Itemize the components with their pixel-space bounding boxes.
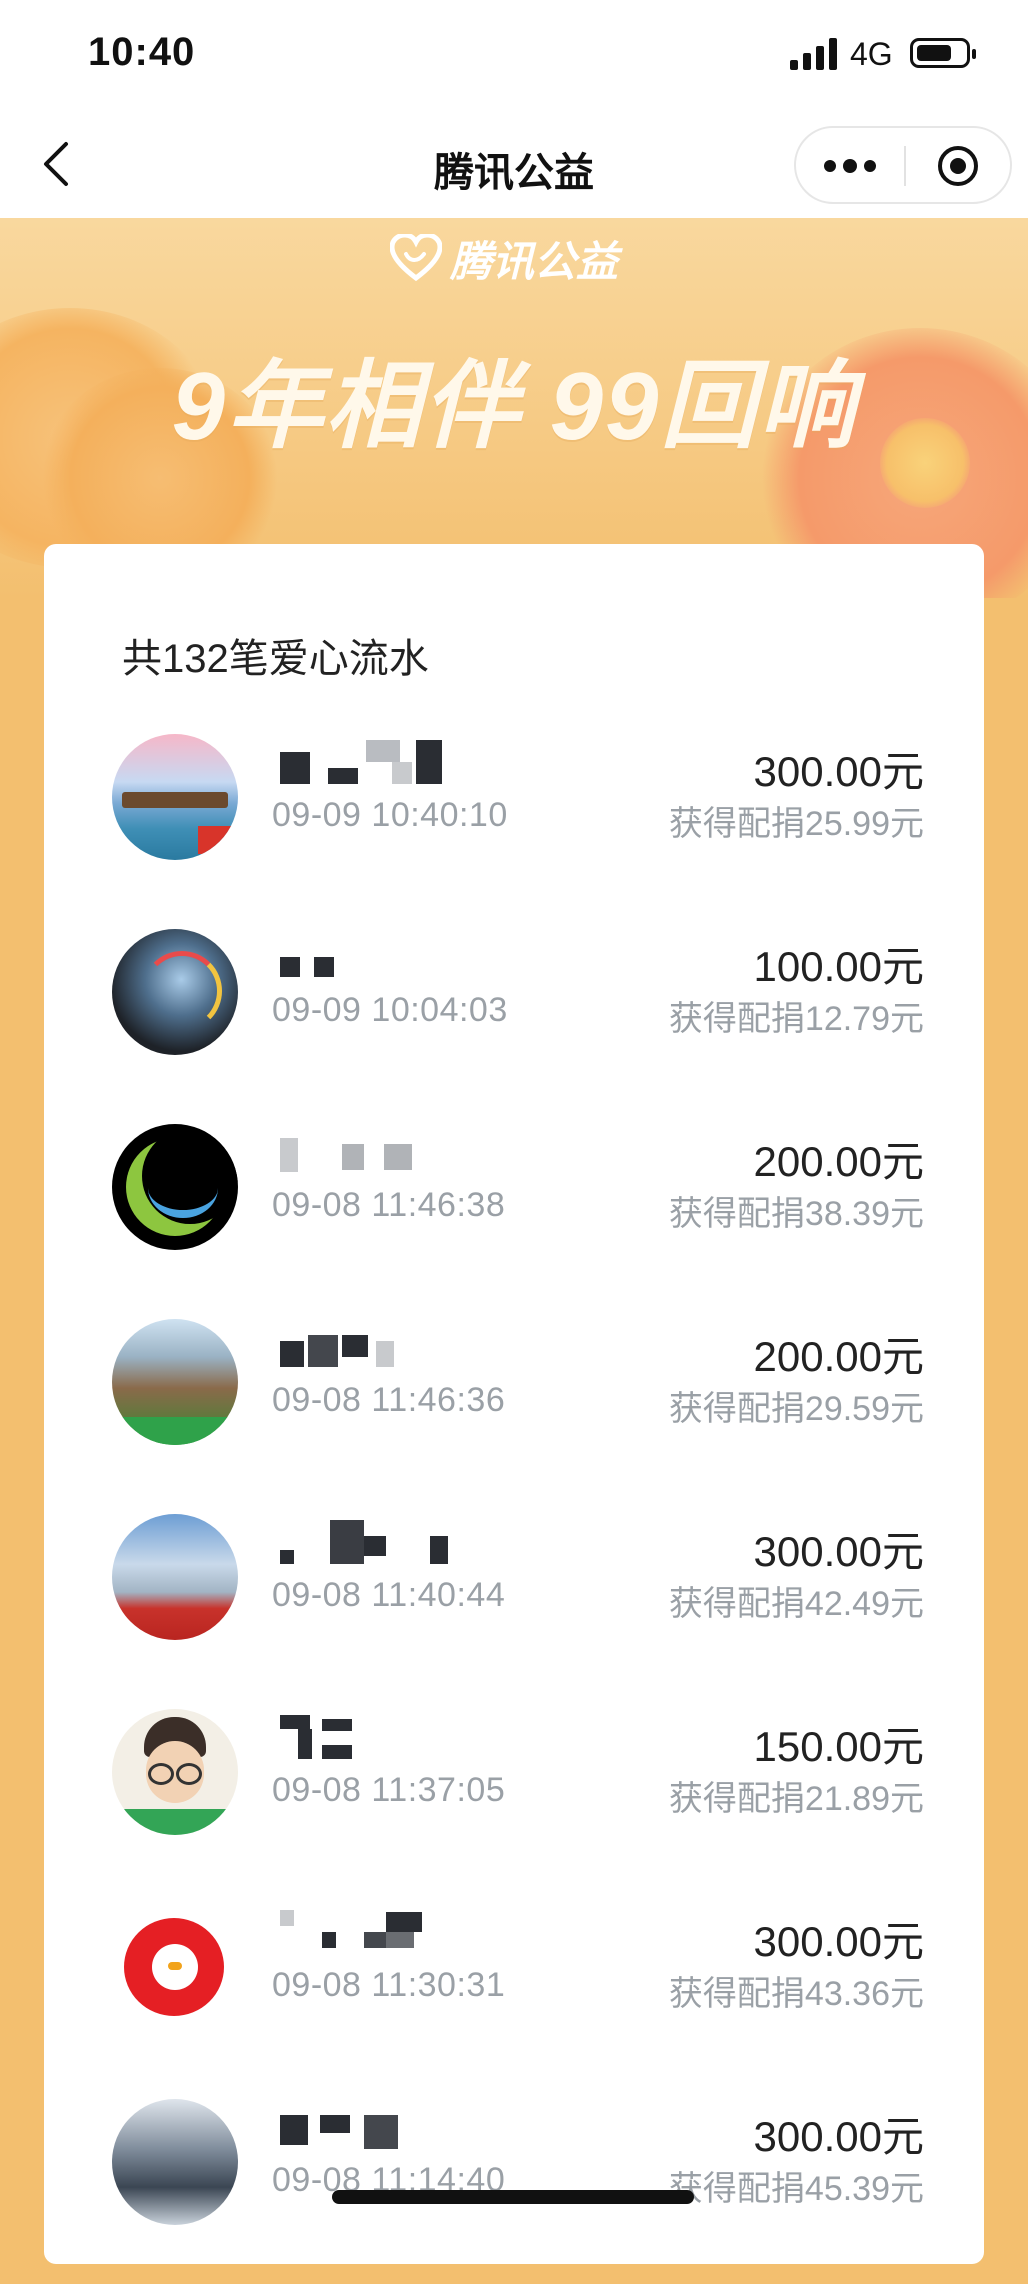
status-bar: 10:40 4G (0, 0, 1028, 110)
target-icon[interactable] (936, 144, 980, 188)
campaign-banner: 腾讯公益 9年相伴 99回响 (0, 218, 1028, 598)
matching-amount: 获得配捐29.59元 (668, 1390, 924, 1428)
list-item[interactable]: 09-08 11:46:38 200.00元 获得配捐38.39元 (44, 1114, 984, 1309)
donation-amount: 200.00元 (753, 1333, 924, 1380)
avatar (112, 734, 238, 860)
matching-amount: 获得配捐45.39元 (668, 2170, 924, 2208)
home-indicator[interactable] (332, 2190, 694, 2204)
battery-icon (910, 38, 976, 68)
heart-logo-icon (390, 234, 442, 282)
campaign-slogan: 9年相伴 99回响 (171, 353, 857, 460)
donation-time: 09-08 11:40:44 (272, 1576, 506, 1614)
donation-records-card: 共132笔爱心流水 09-09 10:40:10 300.00元 获得配捐25.… (44, 544, 984, 2264)
donation-time: 09-08 11:46:38 (272, 1186, 506, 1224)
avatar (112, 1709, 238, 1835)
avatar (112, 929, 238, 1055)
avatar (112, 2099, 238, 2225)
brand-logo: 腾讯公益 (390, 228, 618, 288)
donation-amount: 200.00元 (753, 1138, 924, 1185)
donation-amount: 100.00元 (753, 943, 924, 990)
avatar (112, 1124, 238, 1250)
list-item[interactable]: 09-08 11:40:44 300.00元 获得配捐42.49元 (44, 1504, 984, 1699)
nav-bar: 腾讯公益 (0, 110, 1028, 218)
matching-amount: 获得配捐21.89元 (668, 1780, 924, 1818)
avatar (112, 1514, 238, 1640)
network-type: 4G (850, 36, 893, 72)
donation-amount: 300.00元 (753, 1918, 924, 1965)
list-item[interactable]: 09-08 11:46:36 200.00元 获得配捐29.59元 (44, 1309, 984, 1504)
avatar (112, 1904, 238, 2030)
list-item[interactable]: 09-08 11:30:31 300.00元 获得配捐43.36元 (44, 1894, 984, 2089)
donation-time: 09-08 11:46:36 (272, 1381, 506, 1419)
list-item[interactable]: 09-08 11:37:05 150.00元 获得配捐21.89元 (44, 1699, 984, 1894)
matching-amount: 获得配捐42.49元 (668, 1585, 924, 1623)
donation-time: 09-08 11:37:05 (272, 1771, 506, 1809)
more-icon[interactable] (822, 154, 878, 178)
donation-amount: 150.00元 (753, 1723, 924, 1770)
donation-time: 09-09 10:04:03 (272, 991, 508, 1029)
matching-amount: 获得配捐25.99元 (668, 805, 924, 843)
status-time: 10:40 (88, 30, 196, 74)
donation-time: 09-08 11:30:31 (272, 1966, 506, 2004)
capsule-divider (904, 146, 906, 186)
donation-time: 09-09 10:40:10 (272, 796, 508, 834)
donation-amount: 300.00元 (753, 1528, 924, 1575)
brand-name: 腾讯公益 (450, 237, 619, 285)
signal-icon (790, 38, 837, 70)
matching-amount: 获得配捐43.36元 (668, 1975, 924, 2013)
donation-amount: 300.00元 (753, 748, 924, 795)
avatar (112, 1319, 238, 1445)
mini-program-capsule (794, 126, 1012, 204)
records-count: 共132笔爱心流水 (122, 637, 429, 681)
list-item[interactable]: 09-09 10:40:10 300.00元 获得配捐25.99元 (44, 724, 984, 919)
list-item[interactable]: 09-08 11:14:40 300.00元 获得配捐45.39元 (44, 2089, 984, 2284)
list-item[interactable]: 09-09 10:04:03 100.00元 获得配捐12.79元 (44, 919, 984, 1114)
matching-amount: 获得配捐38.39元 (668, 1195, 924, 1233)
matching-amount: 获得配捐12.79元 (668, 1000, 924, 1038)
donation-amount: 300.00元 (753, 2113, 924, 2160)
